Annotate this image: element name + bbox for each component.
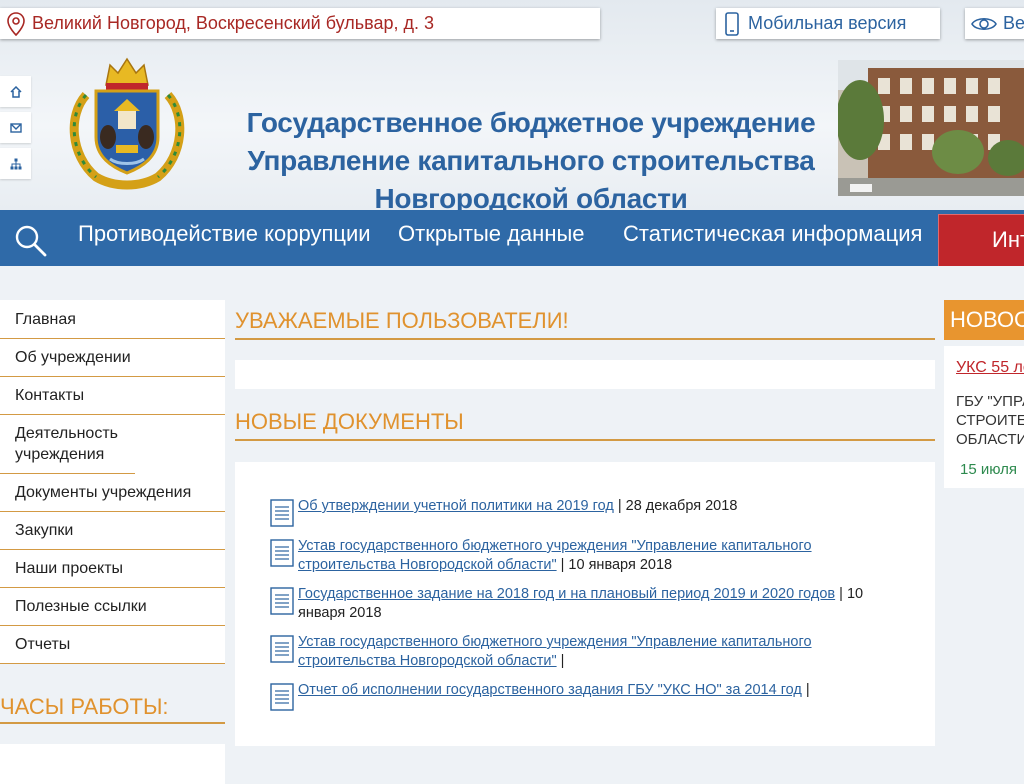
news-text-line: ГБУ "УПРА — [956, 393, 1024, 410]
document-icon — [270, 499, 294, 527]
notice-title: УВАЖАЕМЫЕ ПОЛЬЗОВАТЕЛИ! — [235, 308, 935, 340]
building-photo — [838, 60, 1024, 196]
document-link[interactable]: Устав государственного бюджетного учрежд… — [298, 634, 812, 669]
title-line-3: Новгородской области — [374, 183, 688, 210]
document-item: Государственное задание на 2018 год и на… — [270, 585, 863, 623]
document-link[interactable]: Об утверждении учетной политики на 2019 … — [298, 498, 614, 514]
working-hours-box — [0, 744, 225, 784]
coat-of-arms-logo[interactable] — [66, 55, 188, 190]
side-icons — [0, 76, 31, 184]
documents-title: НОВЫЕ ДОКУМЕНТЫ — [235, 409, 935, 441]
nav-statistics[interactable]: Статистическая информация — [623, 221, 922, 247]
news-link[interactable]: УКС 55 ле — [956, 359, 1024, 377]
location-pin-icon — [7, 11, 25, 36]
sidebar-item-links[interactable]: Полезные ссылки — [0, 588, 225, 626]
sidebar-item-about[interactable]: Об учреждении — [0, 339, 225, 377]
document-icon — [270, 683, 294, 711]
address-text: Великий Новгород, Воскресенский бульвар,… — [32, 13, 434, 33]
document-link[interactable]: Государственное задание на 2018 год и на… — [298, 586, 835, 602]
news-box: УКС 55 ле ГБУ "УПРА СТРОИТЕЛ ОБЛАСТИ" 15… — [944, 346, 1024, 488]
document-icon — [270, 539, 294, 567]
notice-box — [235, 360, 935, 389]
sidebar-item-reports[interactable]: Отчеты — [0, 626, 225, 664]
sidebar-item-projects[interactable]: Наши проекты — [0, 550, 225, 588]
sidebar-item-contacts[interactable]: Контакты — [0, 377, 225, 415]
news-text-line: СТРОИТЕЛ — [956, 412, 1024, 429]
eye-icon — [971, 17, 997, 30]
documents-box: Об утверждении учетной политики на 2019 … — [235, 462, 935, 746]
document-icon — [270, 587, 294, 615]
news-text: ГБУ "УПРА СТРОИТЕЛ ОБЛАСТИ" — [956, 392, 1024, 449]
sidebar-item-purchases[interactable]: Закупки — [0, 512, 225, 550]
home-button[interactable] — [0, 76, 31, 107]
vision-version-label: Вер — [1003, 13, 1024, 33]
nav-red-button-label: Инт — [992, 227, 1024, 252]
sidebar-item-activity[interactable]: Деятельность учреждения — [0, 415, 135, 474]
sitemap-icon — [10, 158, 21, 169]
mobile-phone-icon — [725, 11, 739, 36]
sitemap-button[interactable] — [0, 148, 31, 179]
document-link[interactable]: Устав государственного бюджетного учрежд… — [298, 538, 812, 573]
news-date: 15 июля — [960, 461, 1018, 478]
sidebar-menu: Главная Об учреждении Контакты Деятельно… — [0, 300, 225, 664]
title-line-1: Государственное бюджетное учреждение — [246, 107, 816, 138]
search-icon[interactable] — [14, 224, 48, 258]
mobile-version-button[interactable]: Мобильная версия — [716, 8, 940, 39]
nav-open-data[interactable]: Открытые данные — [398, 221, 585, 247]
sidebar-item-home[interactable]: Главная — [0, 300, 225, 339]
document-link[interactable]: Отчет об исполнении государственного зад… — [298, 682, 802, 698]
document-icon — [270, 635, 294, 663]
address-box[interactable]: Великий Новгород, Воскресенский бульвар,… — [0, 8, 600, 39]
vision-version-button[interactable]: Вер — [965, 8, 1024, 39]
mail-button[interactable] — [0, 112, 31, 143]
document-item: Устав государственного бюджетного учрежд… — [270, 633, 860, 671]
nav-anticorruption[interactable]: Противодействие коррупции — [78, 221, 371, 247]
main-nav: Противодействие коррупции Открытые данны… — [0, 210, 1024, 266]
document-date: 28 декабря 2018 — [625, 498, 738, 514]
document-item: Отчет об исполнении государственного зад… — [270, 681, 860, 711]
nav-red-button[interactable]: Инт — [938, 214, 1024, 266]
news-title: НОВОСТ — [944, 300, 1024, 340]
organization-title: Государственное бюджетное учреждение Упр… — [238, 104, 824, 210]
news-text-line: ОБЛАСТИ" — [956, 431, 1024, 448]
document-item: Об утверждении учетной политики на 2019 … — [270, 497, 860, 527]
document-date: 10 января 2018 — [568, 557, 673, 573]
document-item: Устав государственного бюджетного учрежд… — [270, 537, 860, 575]
title-line-2: Управление капитального строительства — [247, 145, 815, 176]
mobile-version-label: Мобильная версия — [748, 13, 907, 33]
sidebar-item-documents[interactable]: Документы учреждения — [0, 474, 225, 512]
home-icon — [9, 85, 22, 98]
mail-icon — [9, 122, 22, 133]
working-hours-title: ЧАСЫ РАБОТЫ: — [0, 694, 225, 724]
